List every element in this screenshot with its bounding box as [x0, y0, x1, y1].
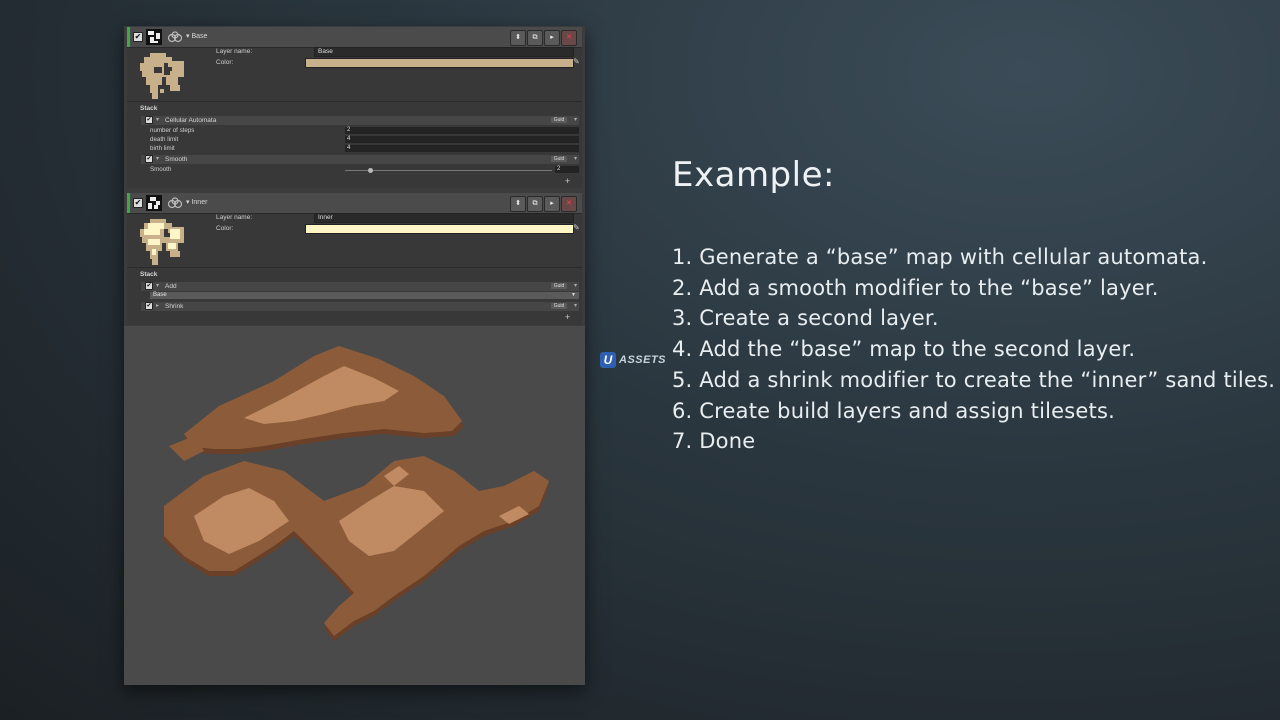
modifier-enabled-checkbox[interactable]: ✔	[145, 282, 153, 290]
step-item: 2. Add a smooth modifier to the “base” l…	[672, 275, 1159, 300]
upper-island	[169, 346, 464, 461]
step-item: 6. Create build layers and assign tilese…	[672, 398, 1115, 423]
slider-knob[interactable]	[367, 168, 373, 173]
layer-preview-map	[140, 53, 184, 99]
layer-panel-inner: ✔ ▾ Inner ⬍ ⧉ ▸ ✕ Layer name: Inner Colo…	[127, 193, 582, 325]
modifier-menu-icon[interactable]: ▾	[574, 302, 577, 309]
layer-name-input[interactable]: Inner	[314, 213, 574, 223]
guid-button[interactable]: Guid	[551, 303, 567, 309]
divider	[127, 101, 582, 102]
number-of-steps-field[interactable]: 2	[345, 127, 579, 134]
tilemap-scene-view[interactable]	[124, 326, 585, 685]
layer-header-base[interactable]: ✔ ▾ Base ⬍ ⧉ ▸ ✕	[127, 27, 582, 48]
fold-icon[interactable]: ▸	[156, 302, 159, 309]
modifier-enabled-checkbox[interactable]: ✔	[145, 155, 153, 163]
color-picker-icon[interactable]: ✎	[573, 58, 581, 66]
steps-list: 1. Generate a “base” map with cellular a…	[672, 242, 1276, 457]
step-item: 3. Create a second layer.	[672, 306, 939, 331]
step-item: 4. Add the “base” map to the second laye…	[672, 337, 1136, 362]
guid-button[interactable]: Guid	[551, 117, 567, 123]
stack-label: Stack	[140, 105, 158, 112]
modifier-header-add[interactable]: ✔ ▾ Add Guid ▾	[141, 282, 579, 291]
death-limit-field[interactable]: 4	[345, 136, 579, 143]
play-button[interactable]: ▸	[544, 30, 560, 46]
layer-panel-base: ✔ ▾ Base ⬍ ⧉ ▸ ✕ Layer name: Base Color:…	[127, 27, 582, 188]
duplicate-button[interactable]: ⧉	[527, 196, 543, 212]
guid-button[interactable]: Guid	[551, 156, 567, 162]
step-item: 7. Done	[672, 429, 756, 454]
step-item: 5. Add a shrink modifier to create the “…	[672, 367, 1276, 392]
layer-name-label: Layer name:	[216, 214, 253, 221]
delete-button[interactable]: ✕	[561, 30, 577, 46]
param-label: birth limit	[150, 145, 175, 152]
add-modifier-button[interactable]: +	[565, 312, 570, 322]
modifier-header-cellular-automata[interactable]: ✔ ▾ Cellular Automata Guid ▾	[141, 116, 579, 125]
fold-icon[interactable]: ▾	[156, 282, 159, 289]
layer-name-input[interactable]: Base	[314, 47, 574, 57]
link-icon[interactable]	[167, 197, 183, 209]
layer-thumbnail-icon	[146, 29, 162, 45]
layer-preview-map	[140, 219, 184, 265]
uassets-logo-icon: U	[600, 352, 616, 368]
duplicate-button[interactable]: ⧉	[527, 30, 543, 46]
watermark-logo: U ASSETS	[600, 352, 672, 370]
birth-limit-field[interactable]: 4	[345, 145, 579, 152]
color-label: Color:	[216, 59, 234, 66]
layer-thumbnail-icon	[146, 195, 162, 211]
layer-title: ▾ Inner	[186, 199, 208, 206]
modifier-title: Cellular Automata	[165, 117, 217, 124]
modifier-header-shrink[interactable]: ✔ ▸ Shrink Guid ▾	[141, 302, 579, 311]
modifier-menu-icon[interactable]: ▾	[574, 116, 577, 123]
modifier-title: Shrink	[165, 303, 184, 310]
layer-color-field[interactable]	[305, 224, 574, 234]
divider	[127, 267, 582, 268]
modifier-enabled-checkbox[interactable]: ✔	[145, 302, 153, 310]
active-indicator	[127, 193, 130, 213]
move-button[interactable]: ⬍	[510, 196, 526, 212]
layer-editor-window: ✔ ▾ Base ⬍ ⧉ ▸ ✕ Layer name: Base Color:…	[124, 26, 585, 685]
layer-title: ▾ Base	[186, 33, 208, 40]
step-item: 1. Generate a “base” map with cellular a…	[672, 245, 1208, 269]
param-label: number of steps	[150, 127, 195, 134]
guid-button[interactable]: Guid	[551, 283, 567, 289]
fold-icon[interactable]: ▾	[156, 155, 159, 162]
modifier-menu-icon[interactable]: ▾	[574, 282, 577, 289]
color-picker-icon[interactable]: ✎	[573, 224, 581, 232]
lower-island	[164, 456, 549, 641]
fold-icon[interactable]: ▾	[156, 116, 159, 123]
delete-button[interactable]: ✕	[561, 196, 577, 212]
dropdown-value: Base	[153, 292, 167, 298]
param-label: Smooth	[150, 166, 172, 173]
isometric-tilemap	[164, 346, 549, 641]
color-label: Color:	[216, 225, 234, 232]
layer-enabled-checkbox[interactable]: ✔	[133, 198, 143, 208]
modifier-menu-icon[interactable]: ▾	[574, 155, 577, 162]
stack-label: Stack	[140, 271, 158, 278]
link-icon[interactable]	[167, 31, 183, 43]
example-heading: Example:	[672, 155, 835, 195]
modifier-enabled-checkbox[interactable]: ✔	[145, 116, 153, 124]
layer-name-label: Layer name:	[216, 48, 253, 55]
watermark-text: ASSETS	[619, 354, 667, 366]
layer-source-dropdown[interactable]: Base ▼	[150, 292, 579, 299]
move-button[interactable]: ⬍	[510, 30, 526, 46]
smooth-value-field[interactable]: 2	[555, 166, 579, 173]
layer-header-inner[interactable]: ✔ ▾ Inner ⬍ ⧉ ▸ ✕	[127, 193, 582, 214]
param-label: death limit	[150, 136, 179, 143]
modifier-header-smooth[interactable]: ✔ ▾ Smooth Guid ▾	[141, 155, 579, 164]
chevron-down-icon: ▼	[571, 292, 576, 298]
layer-enabled-checkbox[interactable]: ✔	[133, 32, 143, 42]
smooth-slider[interactable]	[345, 170, 552, 171]
modifier-title: Smooth	[165, 156, 188, 163]
layer-color-field[interactable]	[305, 58, 574, 68]
modifier-title: Add	[165, 283, 177, 290]
add-modifier-button[interactable]: +	[565, 176, 570, 186]
active-indicator	[127, 27, 130, 47]
play-button[interactable]: ▸	[544, 196, 560, 212]
